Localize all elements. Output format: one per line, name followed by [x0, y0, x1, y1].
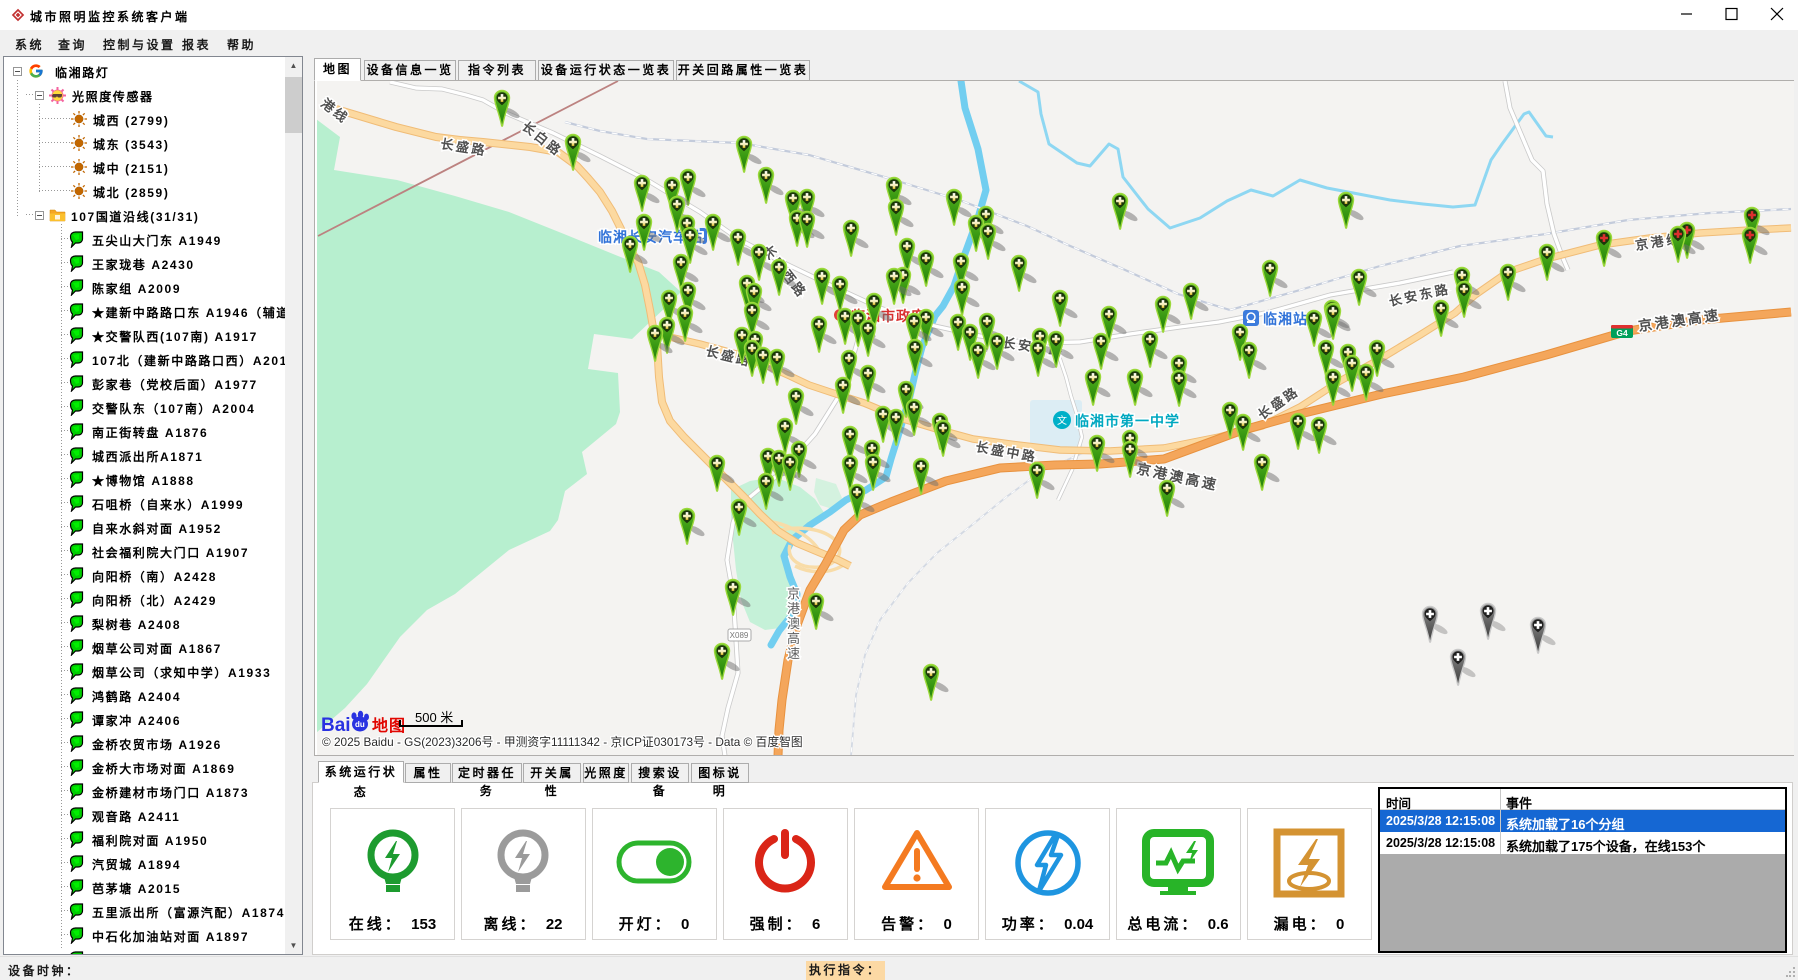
svg-text:速: 速 [787, 646, 800, 661]
svg-text:京: 京 [787, 586, 800, 601]
svg-text:du: du [355, 720, 365, 729]
svg-text:临湘站: 临湘站 [1263, 311, 1308, 327]
svg-text:临湘市第一中学: 临湘市第一中学 [1075, 413, 1180, 429]
svg-text:文: 文 [1057, 414, 1067, 427]
svg-text:G4: G4 [1616, 328, 1628, 338]
svg-text:澳: 澳 [787, 616, 800, 631]
svg-text:港: 港 [787, 601, 800, 616]
svg-text:500 米: 500 米 [415, 710, 453, 725]
svg-text:高: 高 [787, 631, 800, 646]
svg-text:Bai: Bai [321, 715, 351, 736]
svg-text:© 2025 Baidu - GS(2023)3206号 -: © 2025 Baidu - GS(2023)3206号 - 甲测资字11111… [322, 735, 803, 749]
svg-text:X089: X089 [730, 631, 749, 640]
